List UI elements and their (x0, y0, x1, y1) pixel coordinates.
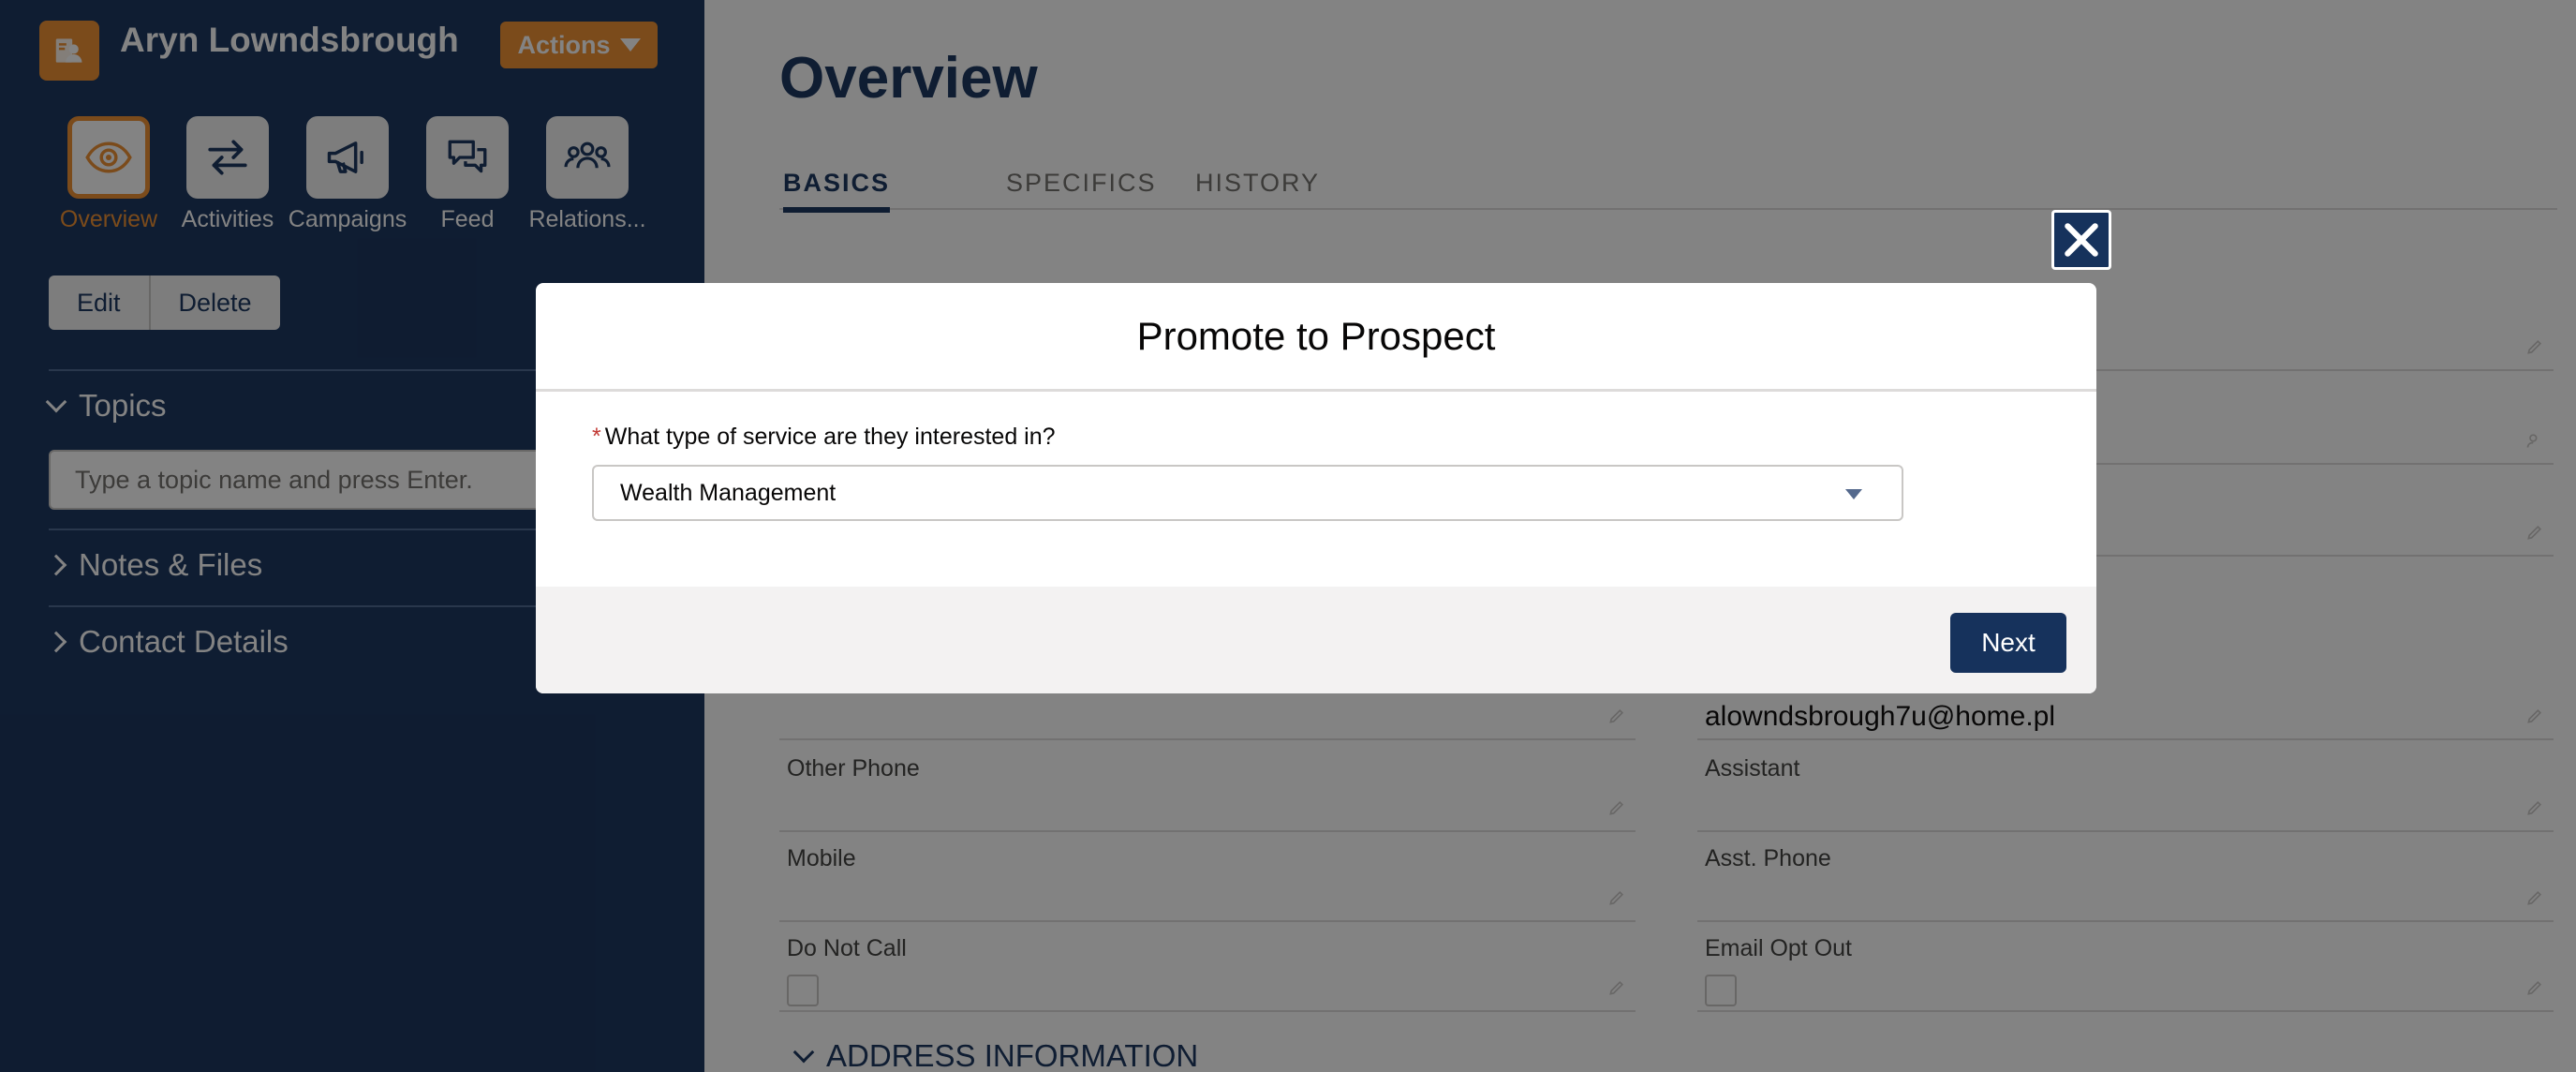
service-type-question: What type of service are they interested… (604, 424, 1056, 450)
service-type-selected-value: Wealth Management (620, 479, 836, 506)
required-indicator: * (592, 424, 601, 450)
modal-footer: Next (536, 587, 2096, 693)
dropdown-caret-icon (1845, 489, 1862, 499)
modal-title: Promote to Prospect (1136, 313, 1496, 358)
close-modal-button[interactable] (2051, 210, 2111, 270)
service-type-select[interactable]: Wealth Management (592, 465, 1903, 521)
promote-to-prospect-modal: Promote to Prospect * What type of servic… (536, 283, 2096, 693)
next-button[interactable]: Next (1950, 613, 2066, 673)
service-type-label: * What type of service are they intereste… (592, 424, 1056, 451)
modal-header: Promote to Prospect (536, 283, 2096, 392)
close-icon (2065, 223, 2098, 257)
